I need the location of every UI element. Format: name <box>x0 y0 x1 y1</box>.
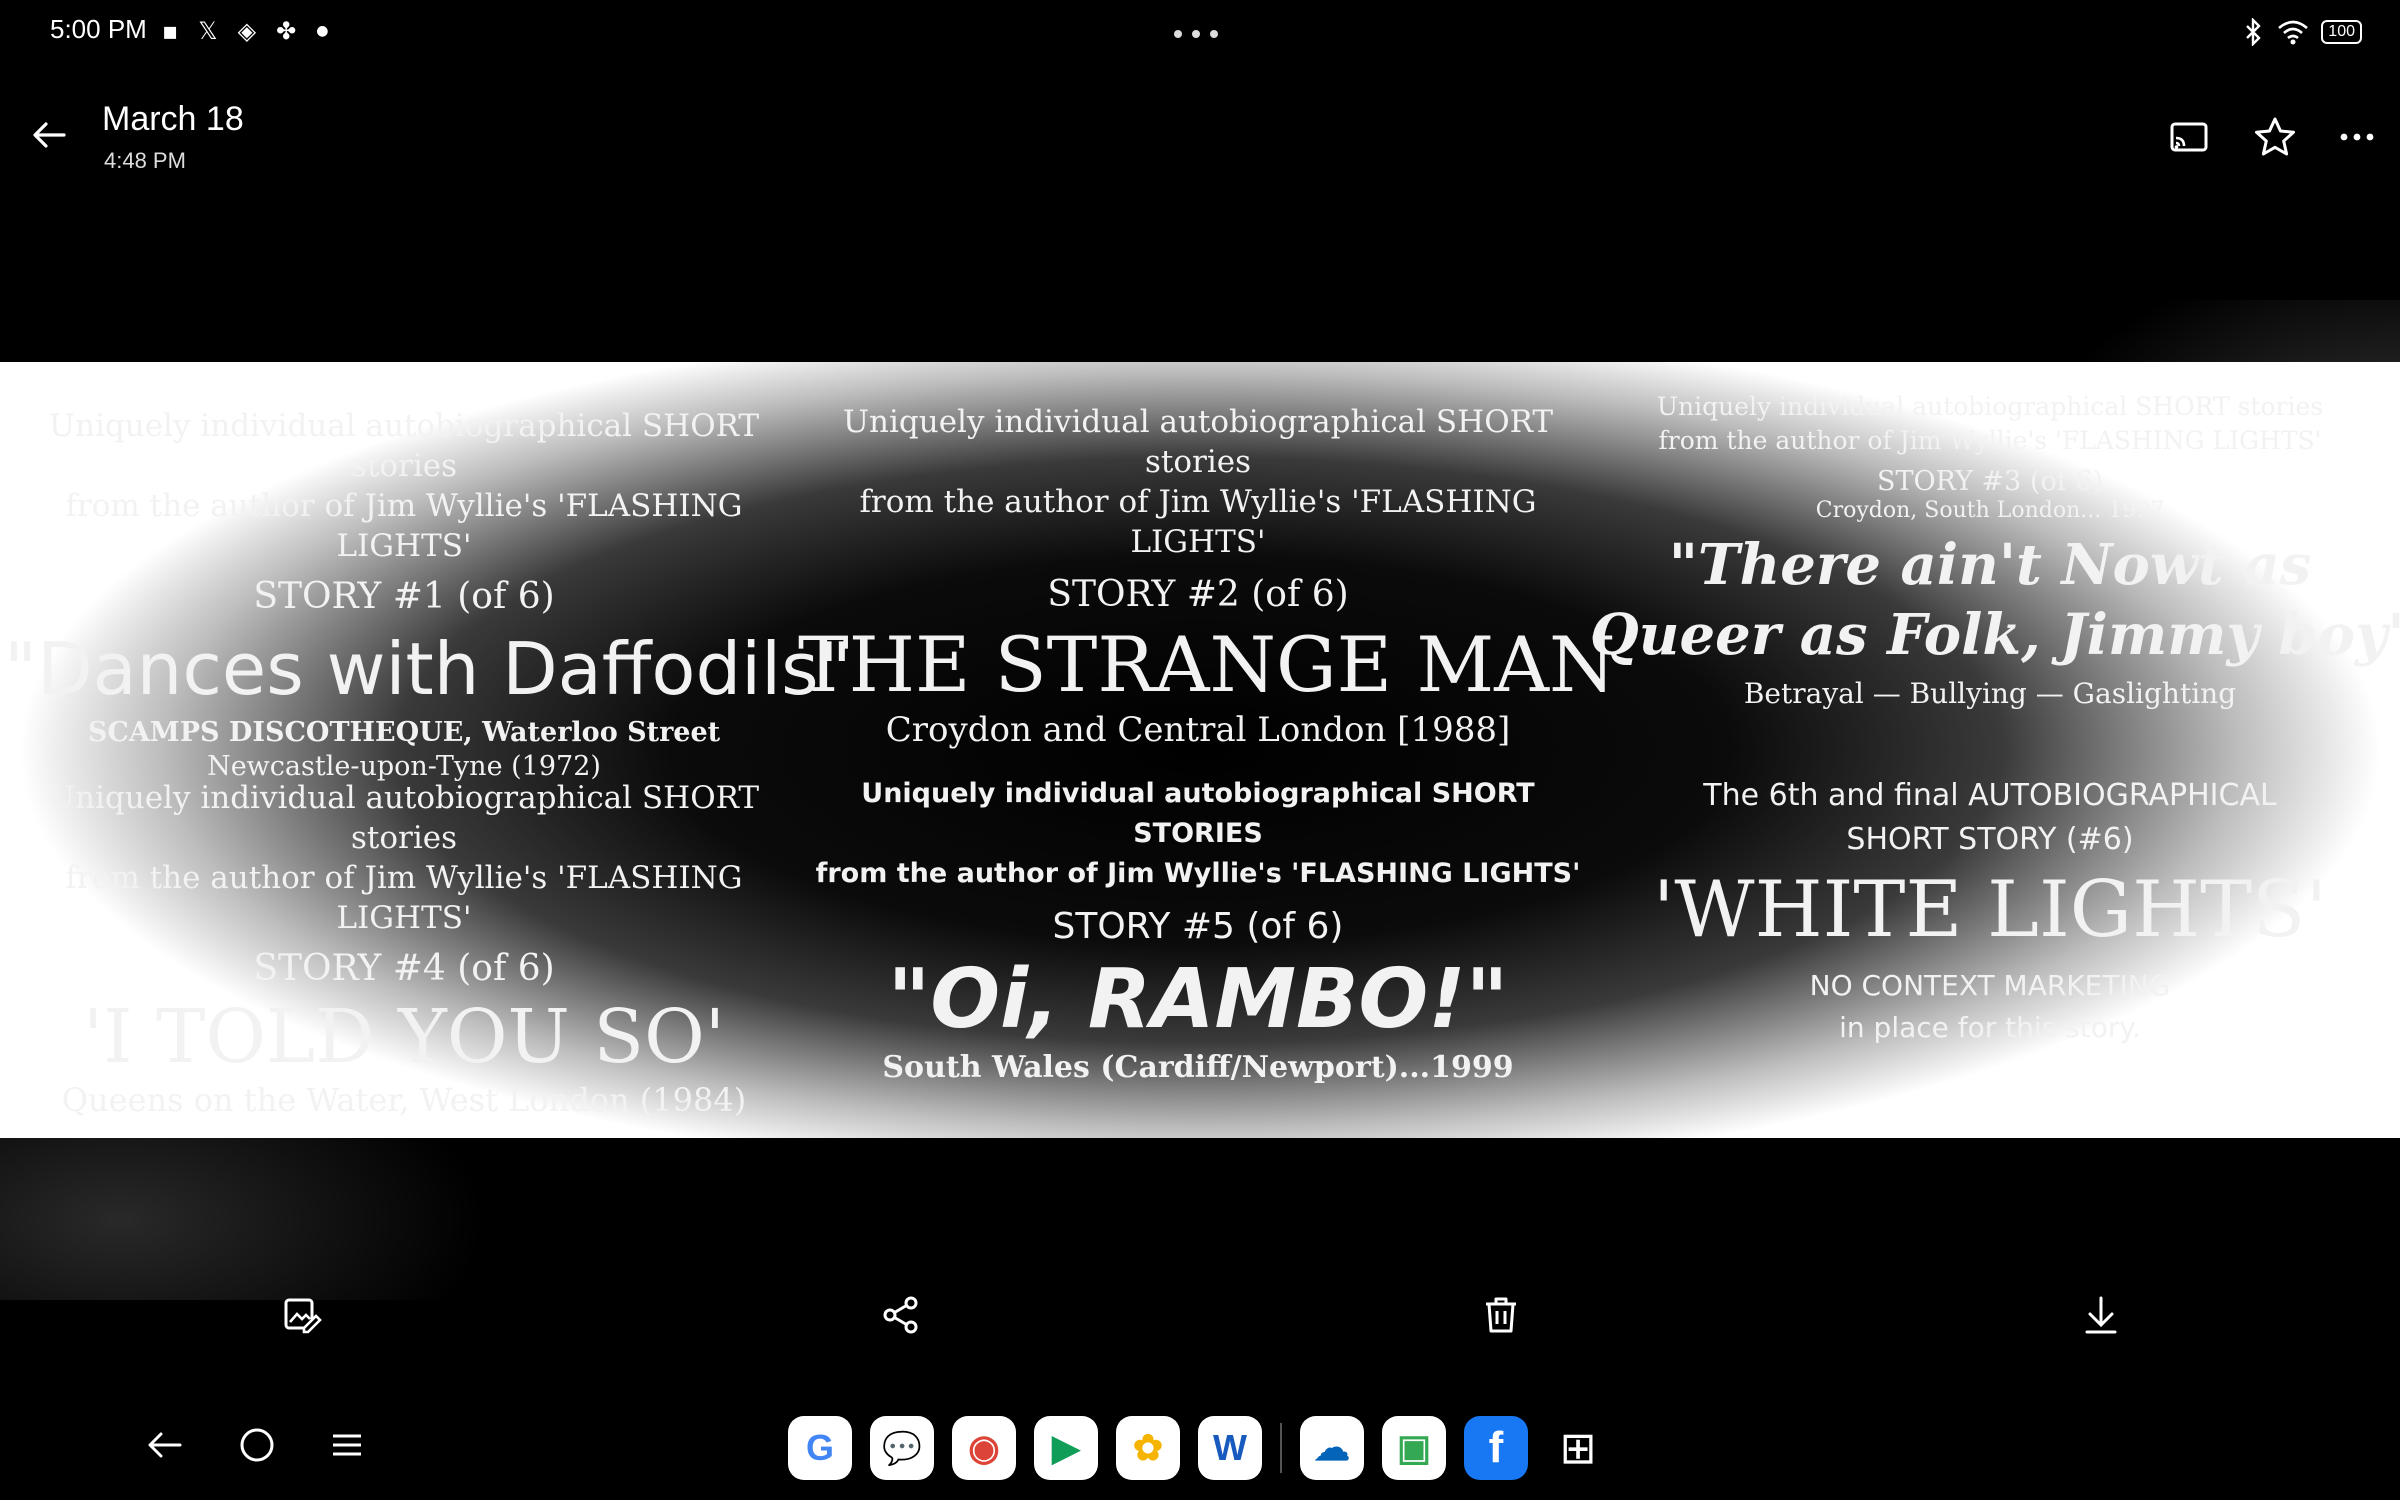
app-drawer-icon[interactable]: ⊞ <box>1546 1416 1610 1480</box>
messages-glyph: 💬 <box>882 1430 922 1466</box>
page-subtitle-time: 4:48 PM <box>104 148 186 173</box>
story-number: STORY #2 (of 6) <box>1047 574 1349 615</box>
story-number: STORY #3 (of 6) <box>1876 466 2103 497</box>
story-note-line2: in place for this story. <box>1839 1011 2141 1044</box>
tagline-line2: from the author of Jim Wyllie's 'FLASHIN… <box>65 488 743 564</box>
story-panel-2: Uniquely individual autobiographical SHO… <box>798 402 1616 750</box>
battery-indicator: 100 <box>2321 20 2362 44</box>
download-icon <box>2085 1296 2117 1334</box>
delete-button[interactable] <box>1474 1288 1528 1342</box>
story-location: SCAMPS DISCOTHEQUE, Waterloo Street <box>87 717 721 748</box>
nav-back-button[interactable] <box>140 1420 190 1470</box>
home-icon <box>240 1428 274 1462</box>
pinwheel-app-icon: ✤ <box>276 17 297 45</box>
favorite-button[interactable] <box>2250 112 2300 162</box>
dock-separator <box>1280 1423 1282 1473</box>
tagline-line1: Uniquely individual autobiographical SHO… <box>842 404 1554 480</box>
story-title: 'I TOLD YOU SO' <box>82 994 726 1080</box>
story-location: Croydon and Central London [1988] <box>885 710 1511 750</box>
google-glyph: G <box>805 1427 834 1468</box>
x-app-icon: 𝕏 <box>198 17 218 45</box>
edit-icon <box>284 1298 322 1334</box>
tagline-line1: Uniquely individual autobiographical SHO… <box>861 778 1535 849</box>
story-location: South Wales (Cardiff/Newport)...1999 <box>882 1050 1514 1085</box>
back-button[interactable] <box>26 112 72 158</box>
story-title-line1: "There ain't Nowt as <box>1668 532 2312 598</box>
chrome-app-icon[interactable]: ◉ <box>952 1416 1016 1480</box>
tagline-line1: Uniquely individual autobiographical SHO… <box>48 780 760 856</box>
page-title: March 18 <box>102 100 244 138</box>
tagline-line1: Uniquely individual autobiographical SHO… <box>48 408 760 484</box>
chrome-glyph: ◉ <box>968 1427 1000 1468</box>
sim-card-icon: ▪ <box>162 17 179 45</box>
cast-icon <box>2170 122 2208 152</box>
app-drawer-glyph: ⊞ <box>1559 1423 1597 1473</box>
more-icon <box>2340 133 2374 141</box>
story-panel-6: The 6th and final AUTOBIOGRAPHICAL SHORT… <box>1590 774 2390 1048</box>
notification-dot-icon: ● <box>316 23 329 39</box>
tagline-line1: Uniquely individual autobiographical SHO… <box>1656 392 2324 421</box>
status-system-icons: 100 <box>2243 18 2362 46</box>
office-app-icon[interactable]: W <box>1198 1416 1262 1480</box>
app-dock: G 💬 ◉ ▶ ✿ W ☁ ▣ f ⊞ <box>788 1416 1610 1480</box>
arrow-left-icon <box>33 122 66 148</box>
messages-app-icon[interactable]: 💬 <box>870 1416 934 1480</box>
google-app-icon[interactable]: G <box>788 1416 852 1480</box>
tagline-line2: from the author of Jim Wyllie's 'FLASHIN… <box>1658 426 2322 455</box>
nav-home-button[interactable] <box>232 1420 282 1470</box>
star-icon <box>2255 117 2295 156</box>
story-panel-5: Uniquely individual autobiographical SHO… <box>798 774 1598 1088</box>
photos-glyph: ✿ <box>1132 1427 1164 1468</box>
intro-line2: SHORT STORY (#6) <box>1846 822 2134 857</box>
bluetooth-icon <box>2246 18 2261 46</box>
status-time: 5:00 PM <box>50 14 147 44</box>
onedrive-glyph: ☁ <box>1314 1427 1350 1468</box>
onedrive-app-icon[interactable]: ☁ <box>1300 1416 1364 1480</box>
gallery-glyph: ▣ <box>1396 1427 1431 1468</box>
intro-line1: The 6th and final AUTOBIOGRAPHICAL <box>1703 778 2277 813</box>
stack-app-icon: ◈ <box>237 17 257 45</box>
story-title: 'WHITE LIGHTS' <box>1652 865 2328 955</box>
story-location: Queens on the Water, West London (1984) <box>61 1081 747 1119</box>
back-icon <box>148 1432 182 1458</box>
recents-icon <box>333 1434 361 1456</box>
status-notification-icons: ▪ 𝕏 ◈ ✤ ● <box>162 14 328 48</box>
photos-app-icon[interactable]: ✿ <box>1116 1416 1180 1480</box>
story-note-line1: NO CONTEXT MARKETING <box>1809 969 2171 1002</box>
office-glyph: W <box>1213 1427 1247 1468</box>
share-button[interactable] <box>874 1288 928 1342</box>
share-icon <box>883 1296 918 1334</box>
story-themes: Betrayal — Bullying — Gaslighting <box>1743 677 2237 710</box>
tagline-line2: from the author of Jim Wyllie's 'FLASHIN… <box>859 484 1537 560</box>
delete-icon <box>1486 1297 1516 1333</box>
tagline-line2: from the author of Jim Wyllie's 'FLASHIN… <box>815 858 1581 889</box>
story-number: STORY #4 (of 6) <box>253 948 555 989</box>
facebook-glyph: f <box>1488 1423 1504 1472</box>
story-panel-1: Uniquely individual autobiographical SHO… <box>4 406 852 784</box>
play-store-app-icon[interactable]: ▶ <box>1034 1416 1098 1480</box>
photo-image[interactable]: Uniquely individual autobiographical SHO… <box>0 362 2400 1138</box>
download-button[interactable] <box>2074 1288 2128 1342</box>
story-number: STORY #5 (of 6) <box>1052 906 1344 947</box>
story-place: Croydon, South London... 1997 <box>1815 498 2165 523</box>
facebook-app-icon[interactable]: f <box>1464 1416 1528 1480</box>
nav-recents-button[interactable] <box>322 1420 372 1470</box>
more-options-button[interactable] <box>2332 112 2382 162</box>
story-number: STORY #1 (of 6) <box>253 576 555 617</box>
story-panel-3: Uniquely individual autobiographical SHO… <box>1590 390 2400 714</box>
story-title-line2: Queer as Folk, Jimmy boy" <box>1590 602 2400 668</box>
story-title: THE STRANGE MAN <box>798 620 1616 709</box>
status-bar: 5:00 PM ▪ 𝕏 ◈ ✤ ● 100 <box>0 0 2400 66</box>
cast-button[interactable] <box>2164 112 2214 162</box>
story-title: "Oi, RAMBO!" <box>887 952 1509 1047</box>
tagline-line2: from the author of Jim Wyllie's 'FLASHIN… <box>65 860 743 936</box>
edit-button[interactable] <box>274 1288 328 1342</box>
gallery-app-icon[interactable]: ▣ <box>1382 1416 1446 1480</box>
story-title: "Dances with Daffodils" <box>4 627 852 711</box>
play-store-glyph: ▶ <box>1052 1427 1080 1468</box>
wifi-icon <box>2278 20 2309 45</box>
more-status-dots-icon[interactable] <box>1174 30 1218 38</box>
story-panel-4: Uniquely individual autobiographical SHO… <box>4 778 804 1120</box>
